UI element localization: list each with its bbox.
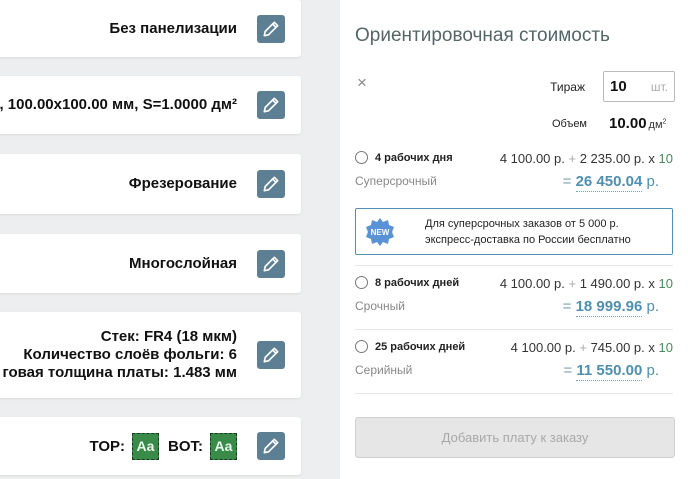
pencil-icon — [263, 97, 279, 113]
radio-button[interactable] — [355, 151, 368, 164]
volume-label: Объем — [551, 118, 587, 130]
option-type: Серийный — [355, 363, 413, 377]
divider — [355, 265, 673, 266]
close-icon[interactable]: × — [357, 74, 367, 92]
estimate-title: Ориентировочная стоимость — [355, 25, 610, 46]
multilayer-text: Многослойная — [129, 254, 237, 272]
option-total: = 18 999.96 р. — [562, 298, 659, 317]
edit-stack-button[interactable] — [257, 341, 285, 369]
option-srochny[interactable]: 8 рабочих дней Срочный 4 100.00 р. + 1 4… — [355, 276, 673, 321]
option-formula: 4 100.00 р. + 745.00 р. x 10 — [510, 340, 673, 355]
promo-line-2: экспресс-доставка по России бесплатно — [425, 233, 631, 246]
option-type: Суперсрочный — [355, 174, 437, 188]
estimate-panel: Ориентировочная стоимость × Тираж 10 шт.… — [340, 0, 688, 479]
edit-multilayer-button[interactable] — [257, 249, 285, 278]
option-formula: 4 100.00 р. + 2 235.00 р. x 10 — [499, 151, 673, 166]
size-text: , 100.00x100.00 мм, S=1.0000 дм² — [0, 96, 237, 113]
option-seriyny[interactable]: 25 рабочих дней Серийный 4 100.00 р. + 7… — [355, 340, 673, 385]
quantity-value[interactable]: 10 — [610, 78, 651, 95]
card-milling: Фрезерование — [0, 154, 301, 214]
option-days: 4 рабочих дня — [375, 152, 453, 164]
add-to-order-button[interactable]: Добавить плату к заказу — [355, 417, 675, 458]
volume-number: 10.00 — [609, 115, 647, 132]
promo-banner: NEW Для суперсрочных заказов от 5 000 р.… — [355, 208, 673, 255]
card-panelization: Без панелизации — [0, 0, 301, 57]
option-total: = 11 550.00 р. — [563, 362, 659, 381]
radio-button[interactable] — [355, 276, 368, 289]
quantity-input[interactable]: 10 шт. — [603, 71, 675, 102]
option-formula: 4 100.00 р. + 1 490.00 р. x 10 — [499, 276, 673, 291]
promo-line-1: Для суперсрочных заказов от 5 000 р. — [425, 217, 619, 230]
top-label: TOP: — [89, 437, 125, 455]
divider — [355, 329, 673, 330]
quantity-unit: шт. — [650, 79, 668, 94]
left-column: Без панелизации , 100.00x100.00 мм, S=1.… — [0, 0, 340, 479]
svg-text:NEW: NEW — [371, 228, 390, 237]
card-multilayer: Многослойная — [0, 234, 301, 293]
pencil-icon — [263, 347, 279, 363]
option-type: Срочный — [355, 299, 405, 313]
volume-unit: дм2 — [648, 118, 667, 131]
milling-text: Фрезерование — [128, 175, 237, 192]
new-badge-icon: NEW — [366, 217, 394, 246]
edit-milling-button[interactable] — [257, 170, 285, 198]
option-days: 8 рабочих дней — [375, 277, 460, 289]
edit-panelization-button[interactable] — [257, 14, 285, 43]
card-marking: TOP: Aa BOT: Aa — [0, 417, 301, 475]
marking-layers: TOP: Aa BOT: Aa — [89, 432, 237, 460]
radio-button[interactable] — [355, 340, 368, 353]
bot-marking-swatch: Aa — [210, 432, 237, 460]
pencil-icon — [263, 176, 279, 192]
option-total: = 26 450.04 р. — [562, 173, 659, 192]
stack-line-2: Количество слоёв фольги: 6 — [23, 346, 237, 363]
quantity-label: Тираж — [550, 80, 585, 94]
option-days: 25 рабочих дней — [375, 341, 466, 353]
edit-size-button[interactable] — [257, 91, 285, 119]
stack-line-1: Стек: FR4 (18 мкм) — [100, 328, 237, 345]
divider — [355, 393, 673, 394]
bot-label: BOT: — [168, 437, 203, 455]
top-marking-swatch: Aa — [132, 432, 159, 460]
panelization-text: Без панелизации — [109, 19, 237, 37]
pencil-icon — [263, 255, 279, 271]
stack-line-3: говая толщина платы: 1.483 мм — [2, 364, 237, 381]
pencil-icon — [263, 438, 279, 454]
card-size: , 100.00x100.00 мм, S=1.0000 дм² — [0, 76, 301, 134]
volume-value: 10.00 дм2 — [609, 115, 666, 132]
stack-text: Стек: FR4 (18 мкм) Количество слоёв фоль… — [2, 328, 237, 382]
promo-text: Для суперсрочных заказов от 5 000 р. экс… — [425, 216, 631, 248]
pencil-icon — [263, 21, 279, 37]
edit-marking-button[interactable] — [257, 432, 285, 460]
option-supersrochny[interactable]: 4 рабочих дня Суперсрочный 4 100.00 р. +… — [355, 151, 673, 196]
card-stack: Стек: FR4 (18 мкм) Количество слоёв фоль… — [0, 312, 301, 398]
